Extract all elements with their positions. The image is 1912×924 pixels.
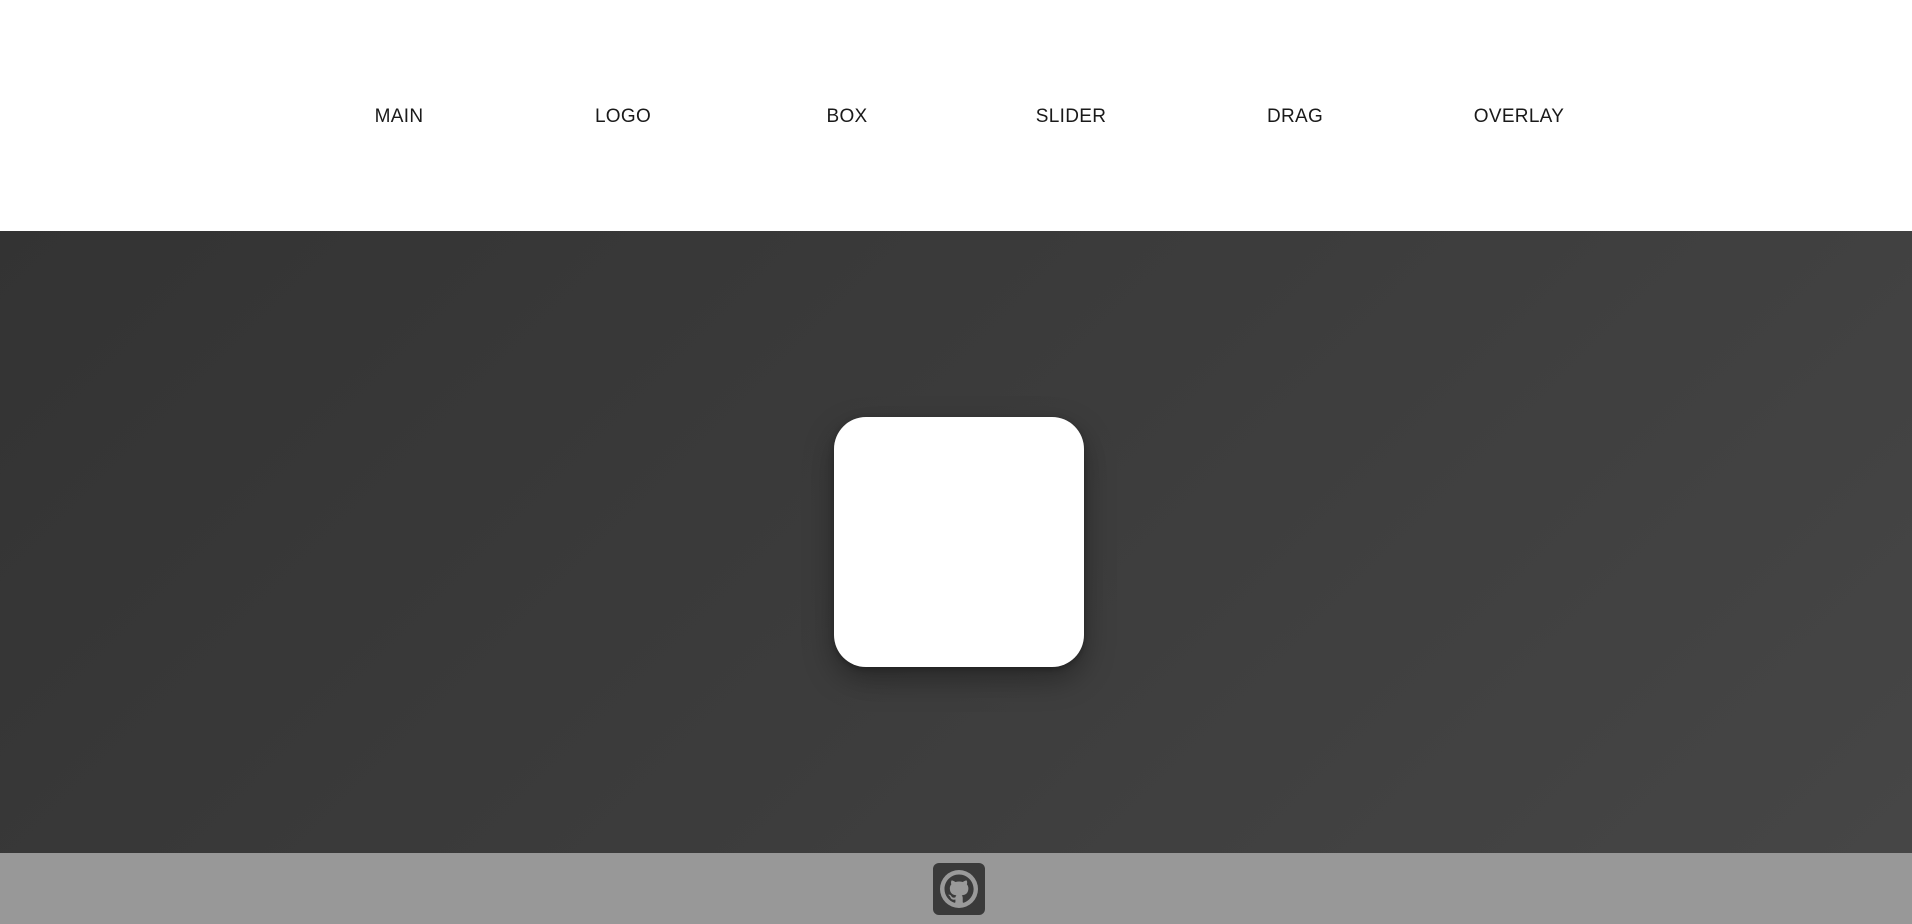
top-navigation: MAIN LOGO BOX SLIDER DRAG OVERLAY — [0, 0, 1912, 231]
footer — [0, 853, 1912, 924]
nav-item-logo[interactable]: LOGO — [595, 103, 651, 131]
github-link[interactable] — [933, 863, 985, 915]
github-icon — [940, 870, 978, 908]
nav-item-box[interactable]: BOX — [826, 103, 867, 131]
nav-item-main[interactable]: MAIN — [375, 103, 424, 131]
nav-item-overlay[interactable]: OVERLAY — [1474, 103, 1564, 131]
nav-item-slider[interactable]: SLIDER — [1036, 103, 1106, 131]
white-box — [834, 417, 1084, 667]
nav-item-drag[interactable]: DRAG — [1267, 103, 1323, 131]
hero-section — [0, 231, 1912, 853]
